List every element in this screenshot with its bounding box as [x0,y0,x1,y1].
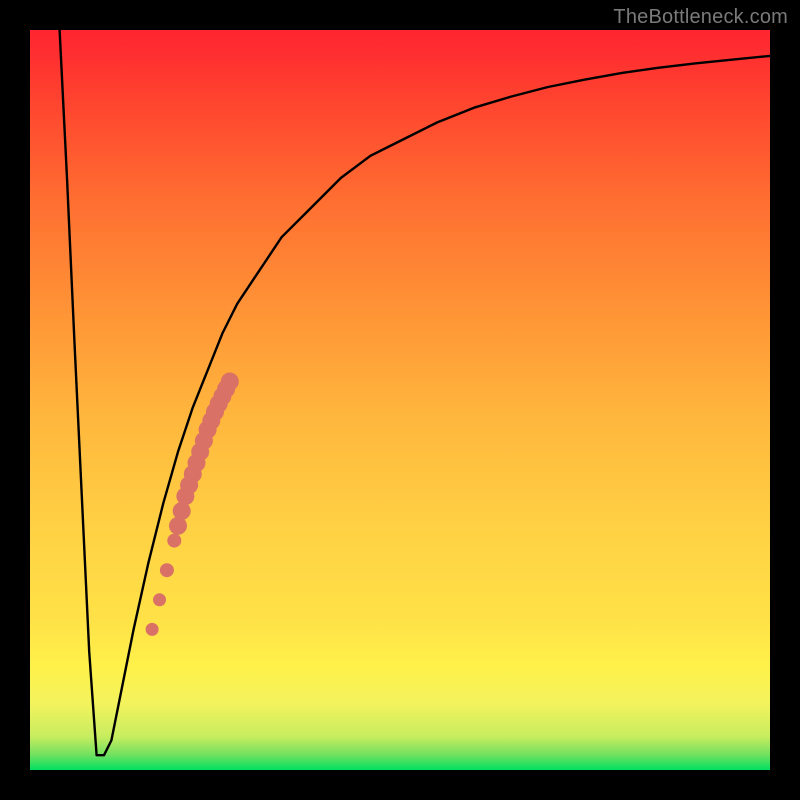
highlight-dot [221,373,239,391]
curve-path [60,30,770,755]
highlight-dot [160,563,174,577]
chart-frame: TheBottleneck.com [0,0,800,800]
highlight-dot [153,593,166,606]
watermark-label: TheBottleneck.com [613,6,788,29]
highlight-dot [167,534,181,548]
bottleneck-curve-svg [30,30,770,770]
plot-area [30,30,770,770]
highlight-dot [146,623,159,636]
